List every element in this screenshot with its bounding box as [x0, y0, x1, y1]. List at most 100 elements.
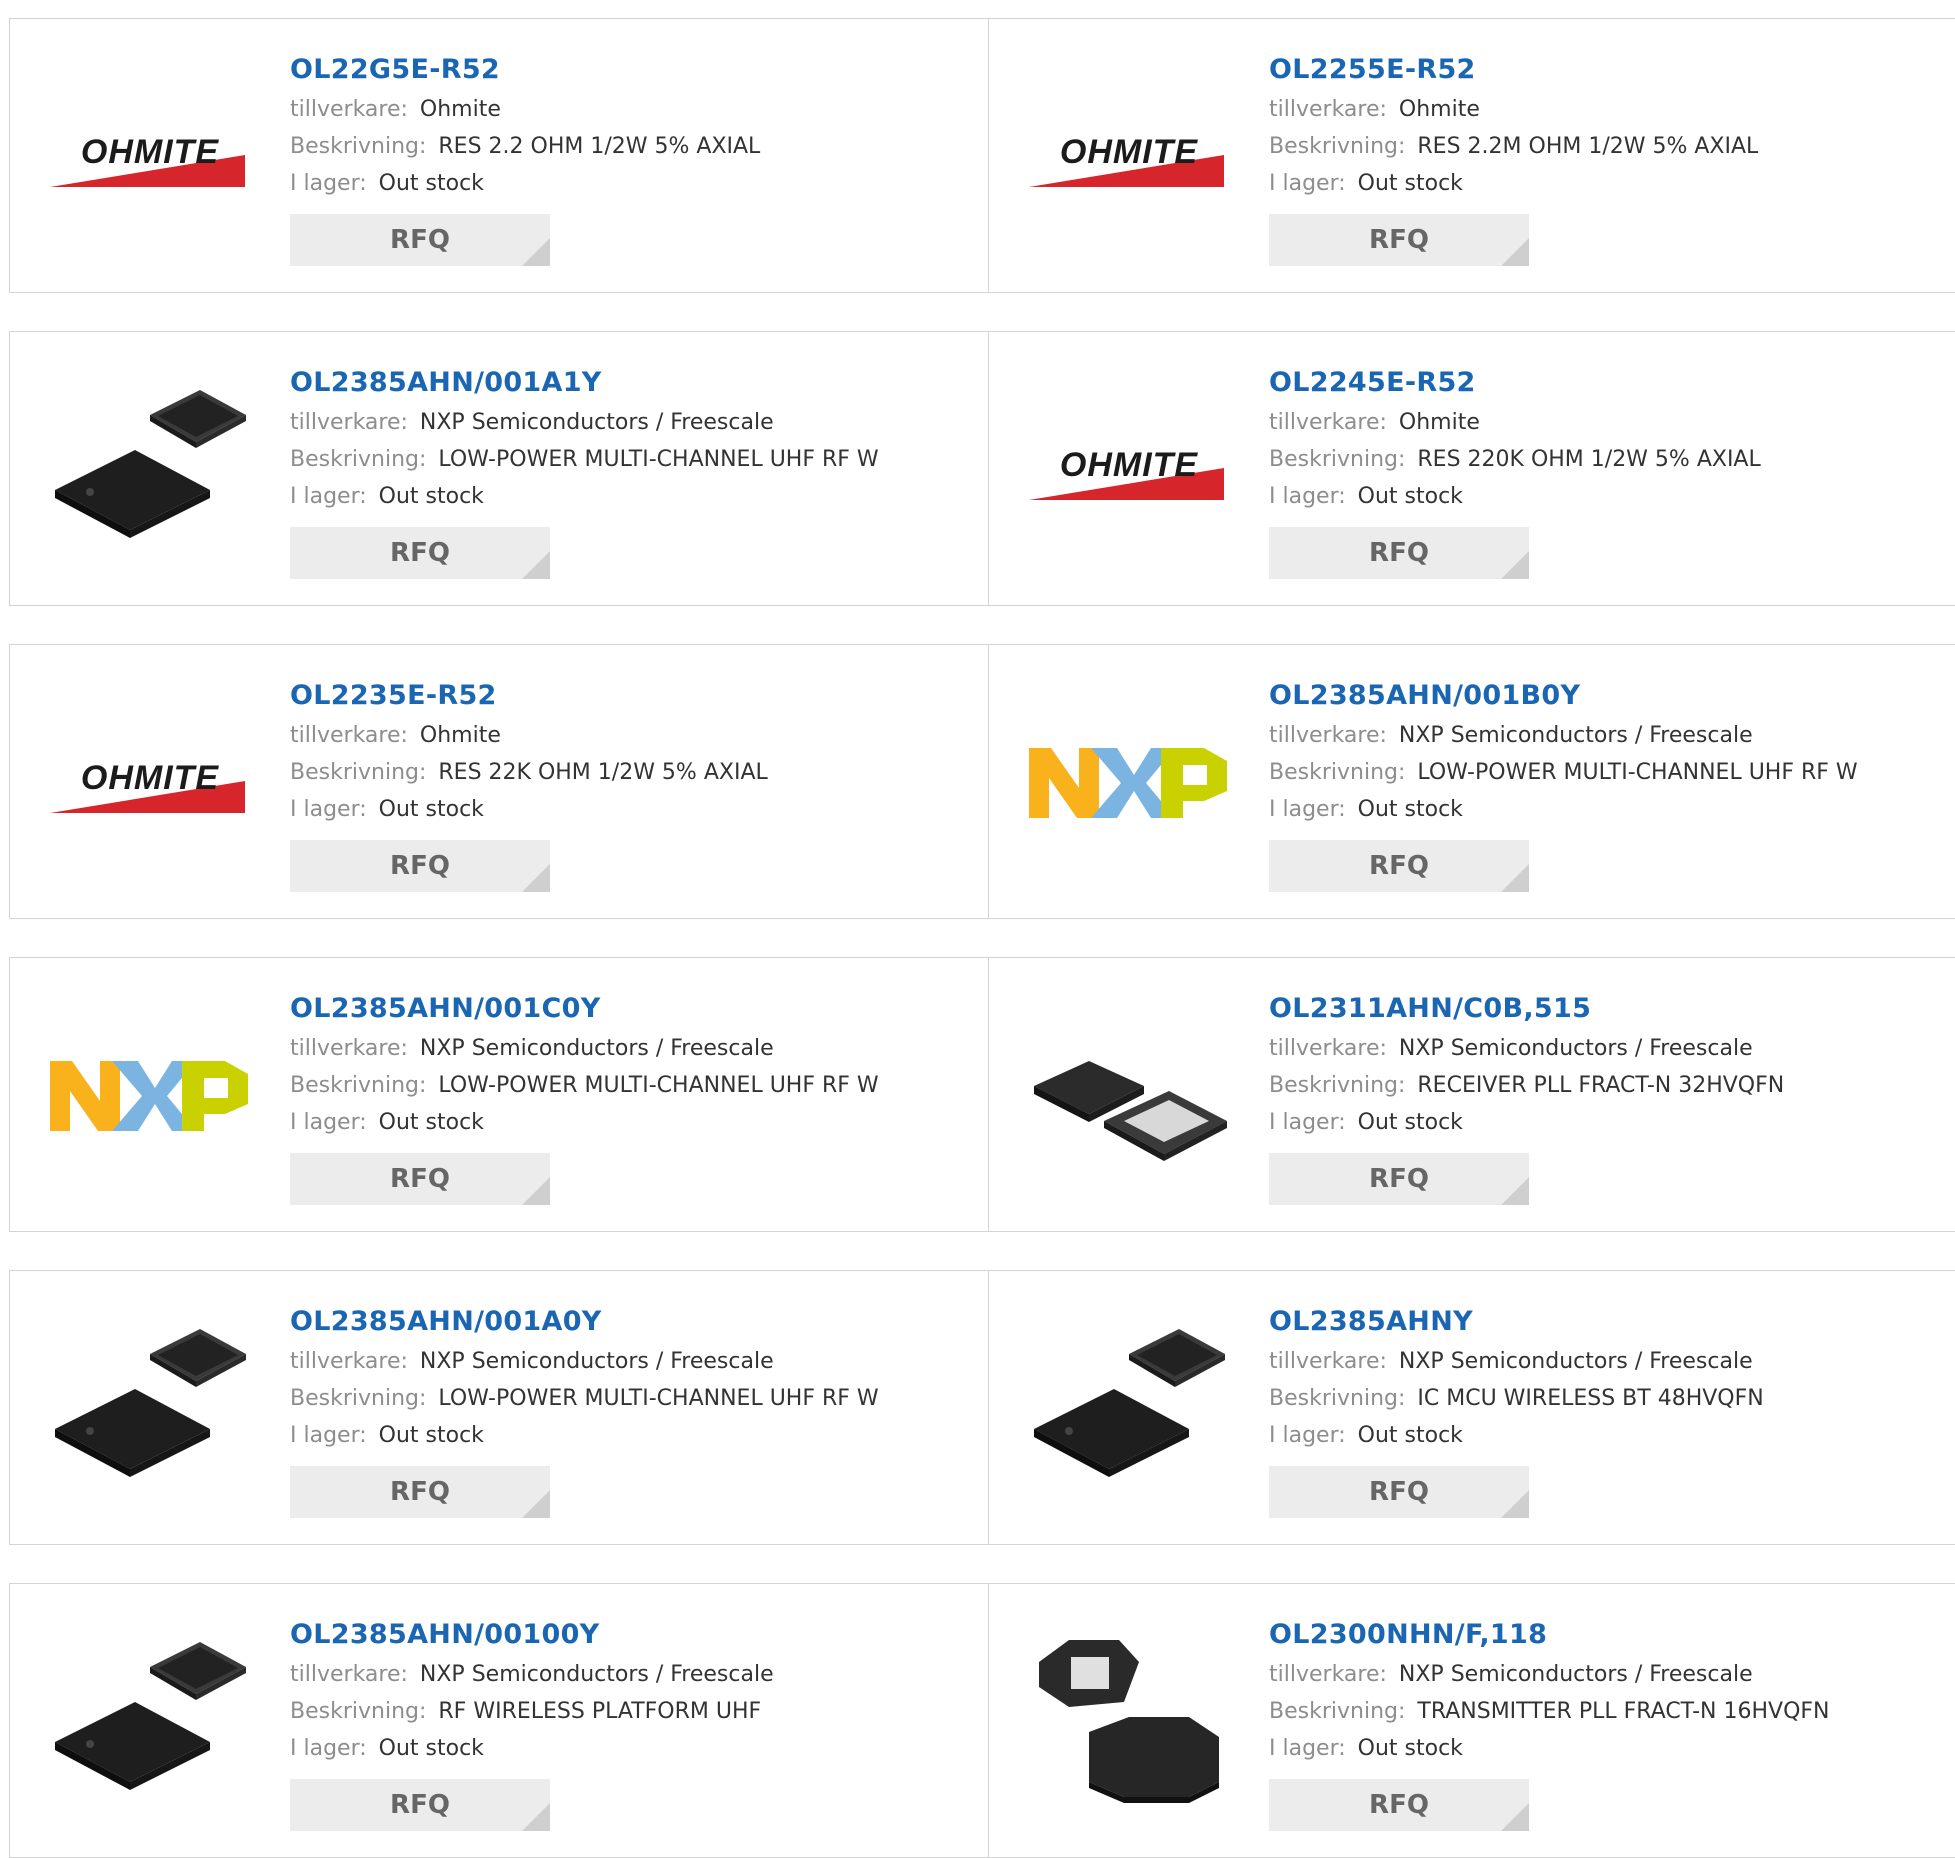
manufacturer-line: tillverkare: Ohmite	[1269, 404, 1761, 441]
product-image[interactable]	[1029, 1622, 1229, 1822]
part-number-link[interactable]: OL2385AHNY	[1269, 1303, 1764, 1343]
rfq-label: RFQ	[1369, 225, 1429, 255]
product-image[interactable]: OHMITE	[50, 57, 250, 257]
rfq-button[interactable]: RFQ	[1269, 527, 1529, 579]
rfq-button[interactable]: RFQ	[1269, 214, 1529, 266]
description-value: RES 2.2 OHM 1/2W 5% AXIAL	[438, 134, 761, 159]
part-number-link[interactable]: OL2235E-R52	[290, 677, 768, 717]
product-image[interactable]: OHMITE	[1029, 370, 1229, 570]
rfq-button[interactable]: RFQ	[290, 1779, 550, 1831]
manufacturer-label: tillverkare:	[290, 1349, 408, 1374]
product-card: OHMITE OL2245E-R52 tillverkare: Ohmite Besk…	[989, 332, 1955, 605]
description-label: Beskrivning:	[1269, 1699, 1406, 1724]
part-number-link[interactable]: OL2385AHN/001B0Y	[1269, 677, 1858, 717]
manufacturer-label: tillverkare:	[290, 1662, 408, 1687]
product-info: OL2385AHN/001B0Y tillverkare: NXP Semicond…	[1269, 677, 1858, 892]
manufacturer-label: tillverkare:	[1269, 723, 1387, 748]
rfq-button[interactable]: RFQ	[290, 214, 550, 266]
product-info: OL2385AHN/001A0Y tillverkare: NXP Semicond…	[290, 1303, 879, 1518]
part-number-link[interactable]: OL2385AHN/001A1Y	[290, 364, 879, 404]
stock-line: I lager: Out stock	[290, 1417, 879, 1454]
stock-line: I lager: Out stock	[1269, 1417, 1764, 1454]
description-line: Beskrivning: LOW-POWER MULTI-CHANNEL UHF …	[290, 1380, 879, 1417]
description-value: LOW-POWER MULTI-CHANNEL UHF RF W	[438, 1073, 879, 1098]
stock-label: I lager:	[1269, 171, 1346, 196]
product-image[interactable]: OHMITE	[50, 683, 250, 883]
svg-text:OHMITE: OHMITE	[81, 133, 220, 171]
product-image[interactable]	[50, 1309, 250, 1509]
part-number-link[interactable]: OL22G5E-R52	[290, 51, 760, 91]
ohmite-logo-icon: OHMITE	[50, 133, 245, 187]
rfq-label: RFQ	[1369, 1164, 1429, 1194]
product-card: OL2385AHNY tillverkare: NXP Semiconductors…	[989, 1271, 1955, 1544]
corner-triangle-icon	[522, 1490, 550, 1518]
manufacturer-line: tillverkare: NXP Semiconductors / Freesca…	[290, 404, 879, 441]
nxp-logo-icon	[1029, 748, 1227, 818]
manufacturer-value: NXP Semiconductors / Freescale	[1398, 1662, 1753, 1687]
description-line: Beskrivning: RECEIVER PLL FRACT-N 32HVQFN	[1269, 1067, 1784, 1104]
manufacturer-value: NXP Semiconductors / Freescale	[419, 1036, 774, 1061]
rfq-button[interactable]: RFQ	[290, 1466, 550, 1518]
description-label: Beskrivning:	[290, 760, 427, 785]
manufacturer-value: Ohmite	[419, 97, 501, 122]
product-card: OL2385AHN/001B0Y tillverkare: NXP Semicond…	[989, 645, 1955, 918]
part-number-link[interactable]: OL2255E-R52	[1269, 51, 1758, 91]
part-number-link[interactable]: OL2385AHN/001C0Y	[290, 990, 879, 1030]
product-image[interactable]	[50, 1622, 250, 1822]
rfq-label: RFQ	[390, 1164, 450, 1194]
stock-line: I lager: Out stock	[290, 165, 760, 202]
description-label: Beskrivning:	[290, 134, 427, 159]
part-number-link[interactable]: OL2300NHN/F,118	[1269, 1616, 1830, 1656]
rfq-label: RFQ	[390, 538, 450, 568]
product-info: OL2311AHN/C0B,515 tillverkare: NXP Semicon…	[1269, 990, 1784, 1205]
product-card: OHMITE OL2255E-R52 tillverkare: Ohmite Besk…	[989, 19, 1955, 292]
product-image[interactable]	[1029, 683, 1229, 883]
corner-triangle-icon	[522, 238, 550, 266]
stock-value: Out stock	[378, 797, 484, 822]
description-value: RES 2.2M OHM 1/2W 5% AXIAL	[1417, 134, 1759, 159]
product-image[interactable]	[50, 996, 250, 1196]
description-label: Beskrivning:	[1269, 760, 1406, 785]
stock-value: Out stock	[378, 1423, 484, 1448]
product-card: OL2385AHN/001A0Y tillverkare: NXP Semicond…	[10, 1271, 988, 1544]
rfq-label: RFQ	[1369, 1477, 1429, 1507]
nxp-logo-icon	[50, 1061, 248, 1131]
product-image[interactable]	[1029, 1309, 1229, 1509]
product-card: OHMITE OL22G5E-R52 tillverkare: Ohmite Besk…	[10, 19, 988, 292]
part-number-link[interactable]: OL2245E-R52	[1269, 364, 1761, 404]
rfq-button[interactable]: RFQ	[1269, 1153, 1529, 1205]
product-image[interactable]	[1029, 996, 1229, 1196]
product-image[interactable]: OHMITE	[1029, 57, 1229, 257]
qfn-chip-pair-icon	[55, 1642, 246, 1790]
stock-line: I lager: Out stock	[290, 791, 768, 828]
rfq-button[interactable]: RFQ	[1269, 840, 1529, 892]
product-row: OL2385AHN/001A1Y tillverkare: NXP Semicond…	[9, 331, 1955, 606]
product-image[interactable]	[50, 370, 250, 570]
manufacturer-value: NXP Semiconductors / Freescale	[1398, 1036, 1753, 1061]
corner-triangle-icon	[1501, 1177, 1529, 1205]
description-value: LOW-POWER MULTI-CHANNEL UHF RF W	[438, 1386, 879, 1411]
product-info: OL2255E-R52 tillverkare: Ohmite Beskrivning…	[1269, 51, 1758, 266]
stock-line: I lager: Out stock	[1269, 1730, 1830, 1767]
stock-line: I lager: Out stock	[290, 1104, 879, 1141]
svg-text:OHMITE: OHMITE	[1060, 446, 1199, 484]
rfq-button[interactable]: RFQ	[290, 1153, 550, 1205]
rfq-button[interactable]: RFQ	[290, 527, 550, 579]
corner-triangle-icon	[522, 864, 550, 892]
description-value: RES 220K OHM 1/2W 5% AXIAL	[1417, 447, 1761, 472]
rfq-button[interactable]: RFQ	[1269, 1466, 1529, 1518]
manufacturer-value: Ohmite	[1398, 97, 1480, 122]
rfq-button[interactable]: RFQ	[290, 840, 550, 892]
part-number-link[interactable]: OL2385AHN/001A0Y	[290, 1303, 879, 1343]
stock-label: I lager:	[1269, 1110, 1346, 1135]
product-grid: OHMITE OL22G5E-R52 tillverkare: Ohmite Besk…	[0, 0, 1955, 1858]
stock-value: Out stock	[378, 171, 484, 196]
part-number-link[interactable]: OL2385AHN/00100Y	[290, 1616, 774, 1656]
rfq-button[interactable]: RFQ	[1269, 1779, 1529, 1831]
part-number-link[interactable]: OL2311AHN/C0B,515	[1269, 990, 1784, 1030]
description-value: TRANSMITTER PLL FRACT-N 16HVQFN	[1417, 1699, 1830, 1724]
svg-text:OHMITE: OHMITE	[1060, 133, 1199, 171]
description-label: Beskrivning:	[1269, 1073, 1406, 1098]
description-line: Beskrivning: RES 2.2M OHM 1/2W 5% AXIAL	[1269, 128, 1758, 165]
rfq-label: RFQ	[390, 1790, 450, 1820]
